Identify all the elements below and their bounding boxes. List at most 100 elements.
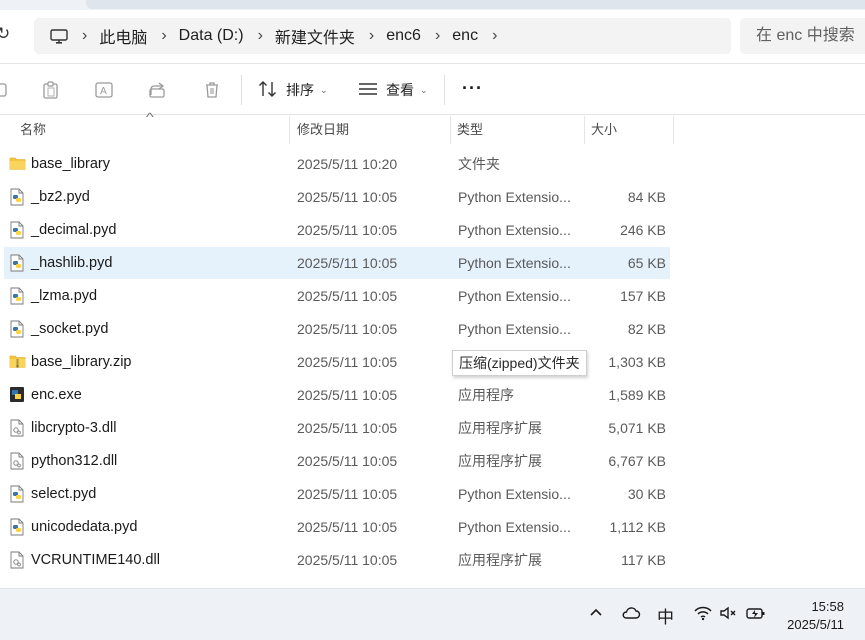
chevron-up-icon[interactable]: [588, 604, 604, 625]
file-date: 2025/5/11 10:05: [297, 519, 398, 535]
file-date: 2025/5/11 10:05: [297, 255, 398, 271]
share-icon[interactable]: [148, 80, 168, 100]
file-row[interactable]: select.pyd 2025/5/11 10:05 Python Extens…: [4, 478, 670, 510]
toolbar-divider: [241, 75, 242, 105]
search-input[interactable]: 在 enc 中搜索: [740, 18, 865, 54]
ime-indicator[interactable]: 中: [657, 603, 674, 628]
file-type: Python Extensio...: [458, 486, 571, 502]
file-type: 应用程序扩展: [458, 420, 542, 436]
delete-icon[interactable]: [202, 80, 222, 100]
file-row-selected[interactable]: _hashlib.pyd 2025/5/11 10:05 Python Exte…: [4, 247, 670, 279]
file-row[interactable]: _socket.pyd 2025/5/11 10:05 Python Exten…: [4, 313, 670, 345]
folder-icon: [9, 155, 26, 173]
file-type-tooltip: 压缩(zipped)文件夹: [452, 350, 587, 376]
column-divider[interactable]: [673, 116, 674, 144]
refresh-icon[interactable]: ↻: [0, 24, 10, 44]
toolbar-divider: [444, 75, 445, 105]
python-file-icon: [9, 188, 25, 206]
breadcrumb-chevron-icon[interactable]: ›: [369, 27, 374, 45]
file-size: 82 KB: [627, 321, 666, 337]
exe-icon: [9, 386, 25, 404]
file-row[interactable]: _lzma.pyd 2025/5/11 10:05 Python Extensi…: [4, 280, 670, 312]
breadcrumb-chevron-icon[interactable]: ›: [161, 27, 166, 45]
battery-charging-icon[interactable]: [745, 605, 767, 626]
breadcrumb-chevron-icon[interactable]: ›: [82, 27, 87, 45]
file-size: 1,112 KB: [609, 519, 666, 535]
view-button[interactable]: 查看 ⌄: [358, 77, 428, 103]
wifi-icon[interactable]: [693, 605, 713, 626]
file-name: VCRUNTIME140.dll: [31, 552, 160, 568]
sort-ascending-caret-icon: ^: [145, 110, 154, 124]
python-file-icon: [9, 254, 25, 272]
file-name: _decimal.pyd: [31, 222, 117, 238]
clock-time[interactable]: 15:58: [811, 599, 844, 614]
view-icon: [358, 81, 380, 100]
file-size: 1,589 KB: [608, 387, 666, 403]
column-header-name[interactable]: 名称: [20, 116, 46, 144]
file-row[interactable]: base_library 2025/5/11 10:20 文件夹: [4, 148, 670, 180]
file-size: 6,767 KB: [608, 453, 666, 469]
file-date: 2025/5/11 10:05: [297, 387, 398, 403]
file-date: 2025/5/11 10:05: [297, 354, 398, 370]
address-bar[interactable]: › 此电脑 › Data (D:) › 新建文件夹 › enc6 › enc ›: [34, 18, 731, 54]
taskbar: 中 15:58 2025/5/11: [0, 588, 865, 640]
file-name: _bz2.pyd: [31, 189, 90, 205]
breadcrumb-item-new-folder[interactable]: 新建文件夹: [275, 24, 355, 48]
file-date: 2025/5/11 10:05: [297, 321, 398, 337]
dll-icon: [9, 452, 25, 470]
file-name: libcrypto-3.dll: [31, 420, 117, 436]
sort-label: 排序: [286, 82, 314, 98]
breadcrumb-item-this-pc[interactable]: 此电脑: [99, 24, 147, 48]
file-name: _socket.pyd: [31, 321, 109, 337]
clock-date[interactable]: 2025/5/11: [787, 617, 844, 632]
zip-folder-icon: [9, 353, 26, 371]
chevron-down-icon: ⌄: [320, 84, 328, 95]
cloud-icon[interactable]: [621, 605, 641, 626]
column-header-date[interactable]: 修改日期: [297, 116, 349, 144]
file-type: Python Extensio...: [458, 519, 571, 535]
column-header-type[interactable]: 类型: [457, 116, 483, 144]
breadcrumb-chevron-icon[interactable]: ›: [435, 27, 440, 45]
breadcrumb-chevron-icon[interactable]: ›: [492, 27, 497, 45]
rename-icon[interactable]: A: [94, 80, 114, 100]
file-row[interactable]: enc.exe 2025/5/11 10:05 应用程序 1,589 KB: [4, 379, 670, 411]
chevron-down-icon: ⌄: [420, 84, 428, 95]
file-type: Python Extensio...: [458, 222, 571, 238]
column-divider[interactable]: [584, 116, 585, 144]
paste-icon[interactable]: [41, 80, 61, 100]
file-size: 157 KB: [620, 288, 666, 304]
breadcrumb-chevron-icon[interactable]: ›: [258, 27, 263, 45]
dll-icon: [9, 419, 25, 437]
file-name: enc.exe: [31, 387, 82, 403]
breadcrumb-item-enc6[interactable]: enc6: [386, 27, 421, 45]
file-name: _hashlib.pyd: [31, 255, 113, 271]
file-name: base_library.zip: [31, 354, 132, 370]
breadcrumb-item-enc[interactable]: enc: [452, 27, 478, 45]
file-type: Python Extensio...: [458, 321, 571, 337]
breadcrumb-item-data-drive[interactable]: Data (D:): [179, 27, 244, 45]
column-divider[interactable]: [289, 116, 290, 144]
column-header-size[interactable]: 大小: [591, 116, 617, 144]
file-type: Python Extensio...: [458, 189, 571, 205]
file-row[interactable]: unicodedata.pyd 2025/5/11 10:05 Python E…: [4, 511, 670, 543]
file-row[interactable]: VCRUNTIME140.dll 2025/5/11 10:05 应用程序扩展 …: [4, 544, 670, 576]
file-row[interactable]: libcrypto-3.dll 2025/5/11 10:05 应用程序扩展 5…: [4, 412, 670, 444]
this-pc-icon[interactable]: [50, 29, 68, 44]
python-file-icon: [9, 287, 25, 305]
file-date: 2025/5/11 10:20: [297, 156, 398, 172]
speaker-muted-icon[interactable]: [719, 605, 739, 626]
sort-button[interactable]: 排序 ⌄: [258, 77, 328, 103]
file-type: 应用程序: [458, 387, 514, 403]
tab-strip: [86, 0, 865, 9]
file-name: unicodedata.pyd: [31, 519, 138, 535]
file-date: 2025/5/11 10:05: [297, 222, 398, 238]
more-options-button[interactable]: ···: [462, 78, 483, 99]
file-type: 应用程序扩展: [458, 552, 542, 568]
cut-icon[interactable]: [0, 80, 12, 100]
file-size: 30 KB: [627, 486, 666, 502]
file-row[interactable]: python312.dll 2025/5/11 10:05 应用程序扩展 6,7…: [4, 445, 670, 477]
file-row[interactable]: _decimal.pyd 2025/5/11 10:05 Python Exte…: [4, 214, 670, 246]
column-divider[interactable]: [450, 116, 451, 144]
file-row[interactable]: _bz2.pyd 2025/5/11 10:05 Python Extensio…: [4, 181, 670, 213]
address-row: ↻ › 此电脑 › Data (D:) › 新建文件夹 › enc6 › enc…: [0, 10, 865, 64]
